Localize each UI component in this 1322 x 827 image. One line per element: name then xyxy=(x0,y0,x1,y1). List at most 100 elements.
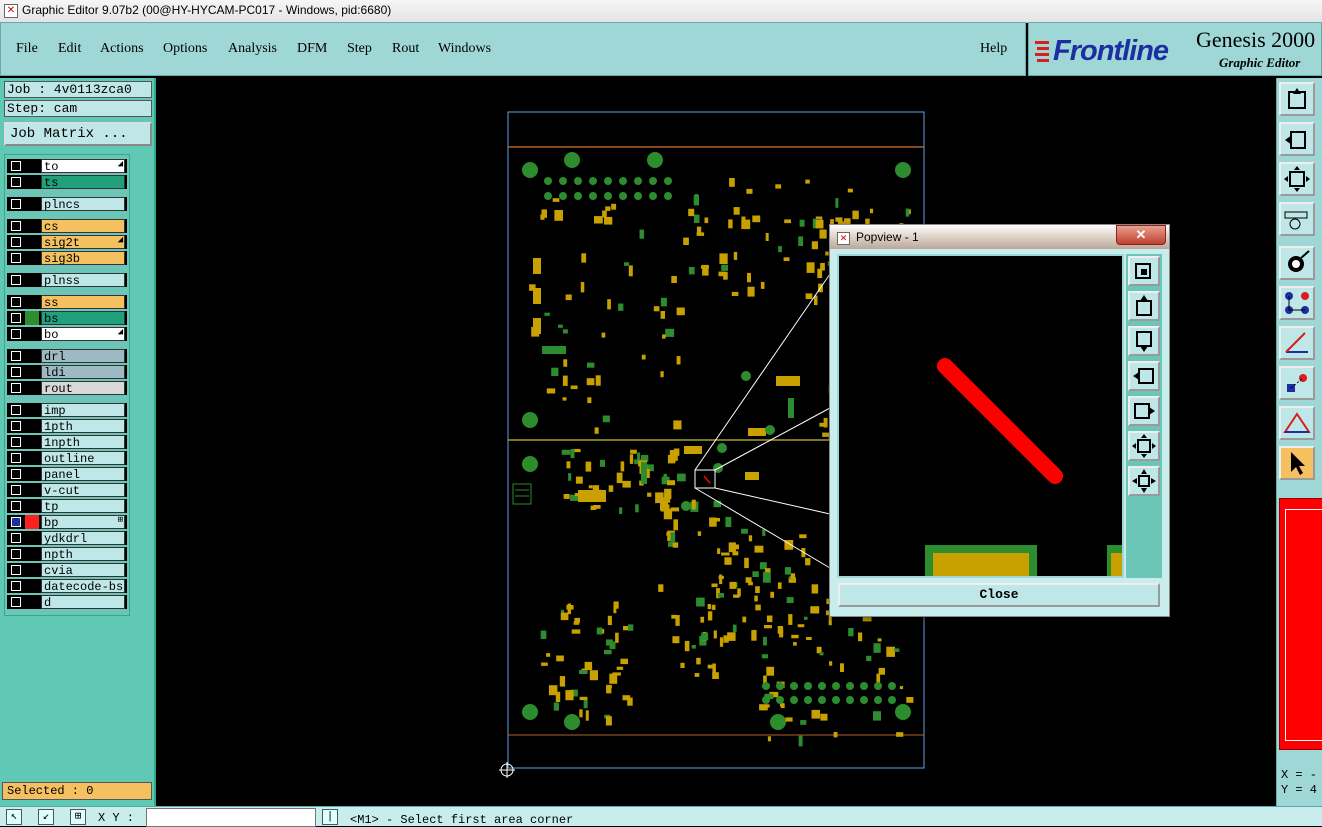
layer-checkbox[interactable] xyxy=(11,253,21,263)
layer-row-npth[interactable]: npth xyxy=(7,547,127,562)
layer-row-panel[interactable]: panel xyxy=(7,467,127,482)
grid-snap-icon[interactable]: ⊞ xyxy=(70,809,86,825)
layer-name[interactable]: cvia xyxy=(41,563,125,578)
layer-checkbox[interactable] xyxy=(11,501,21,511)
angle-measure-button[interactable] xyxy=(1279,326,1315,360)
pv-center-button[interactable] xyxy=(1128,466,1160,496)
menu-help[interactable]: Help xyxy=(980,41,1007,57)
measure-button[interactable] xyxy=(1279,202,1315,236)
layer-checkbox[interactable] xyxy=(11,329,21,339)
menu-options[interactable]: Options xyxy=(163,41,207,57)
layer-checkbox[interactable] xyxy=(11,367,21,377)
xy-input[interactable] xyxy=(146,808,316,827)
layer-color-swatch[interactable] xyxy=(25,467,39,481)
layer-row-bo[interactable]: bo ◢ xyxy=(7,327,127,342)
select-mode-icon[interactable]: ↖ xyxy=(6,809,22,825)
layer-name[interactable]: plncs xyxy=(41,197,125,212)
popview-close-button[interactable]: Close xyxy=(838,583,1160,607)
layer-name[interactable]: plnss xyxy=(41,273,125,288)
layer-color-swatch[interactable] xyxy=(25,563,39,577)
pv-pan-up-button[interactable] xyxy=(1128,291,1160,321)
pv-pan-left-button[interactable] xyxy=(1128,361,1160,391)
layer-row-sig2t[interactable]: sig2t ◢ xyxy=(7,235,127,250)
layer-row-imp[interactable]: imp xyxy=(7,403,127,418)
layer-color-swatch[interactable] xyxy=(25,381,39,395)
layer-row-outline[interactable]: outline xyxy=(7,451,127,466)
layer-color-swatch[interactable] xyxy=(25,197,39,211)
layer-row-1pth[interactable]: 1pth xyxy=(7,419,127,434)
layer-checkbox[interactable] xyxy=(11,421,21,431)
layer-color-swatch[interactable] xyxy=(25,311,39,325)
menu-file[interactable]: File xyxy=(16,41,38,57)
pv-pan-down-button[interactable] xyxy=(1128,326,1160,356)
layer-checkbox[interactable] xyxy=(11,237,21,247)
layer-color-swatch[interactable] xyxy=(25,483,39,497)
layer-checkbox[interactable] xyxy=(11,581,21,591)
layer-name[interactable]: v-cut xyxy=(41,483,125,498)
layer-checkbox[interactable] xyxy=(11,383,21,393)
layer-name[interactable]: imp xyxy=(41,403,125,418)
zoom-home-button[interactable] xyxy=(1279,82,1315,116)
layer-name[interactable]: 1pth xyxy=(41,419,125,434)
net-connect-button[interactable] xyxy=(1279,286,1315,320)
layer-color-swatch[interactable] xyxy=(25,295,39,309)
triangle-measure-button[interactable] xyxy=(1279,406,1315,440)
popview-title-bar[interactable]: ✕ Popview - 1 ✕ xyxy=(830,225,1169,249)
layer-name[interactable]: tp xyxy=(41,499,125,514)
layer-color-swatch[interactable] xyxy=(25,175,39,189)
layer-row-drl[interactable]: drl xyxy=(7,349,127,364)
pv-fit-button[interactable] xyxy=(1128,431,1160,461)
layer-color-swatch[interactable] xyxy=(25,499,39,513)
fit-view-button[interactable] xyxy=(1279,162,1315,196)
job-matrix-button[interactable]: Job Matrix ... xyxy=(4,122,152,146)
layer-name[interactable]: 1npth xyxy=(41,435,125,450)
layer-color-swatch[interactable] xyxy=(25,515,39,529)
layer-checkbox[interactable] xyxy=(11,275,21,285)
layer-color-swatch[interactable] xyxy=(25,531,39,545)
layer-row-rout[interactable]: rout xyxy=(7,381,127,396)
popview-canvas[interactable] xyxy=(837,254,1124,578)
menu-windows[interactable]: Windows xyxy=(438,41,491,57)
layer-name[interactable]: sig2t xyxy=(41,235,125,250)
layer-checkbox[interactable] xyxy=(11,221,21,231)
multi-select-icon[interactable]: ↙ xyxy=(38,809,54,825)
layer-row-ydkdrl[interactable]: ydkdrl xyxy=(7,531,127,546)
layer-name[interactable]: bo xyxy=(41,327,125,342)
pv-zoom-in-button[interactable] xyxy=(1128,256,1160,286)
layer-row-tp[interactable]: tp xyxy=(7,499,127,514)
layer-checkbox[interactable] xyxy=(11,597,21,607)
pv-pan-right-button[interactable] xyxy=(1128,396,1160,426)
layer-color-swatch[interactable] xyxy=(25,579,39,593)
layer-checkbox[interactable] xyxy=(11,297,21,307)
layer-checkbox[interactable] xyxy=(11,453,21,463)
layer-checkbox[interactable] xyxy=(11,517,21,527)
layer-row-datecode-bs[interactable]: datecode-bs xyxy=(7,579,127,594)
layer-checkbox[interactable] xyxy=(11,485,21,495)
layer-checkbox[interactable] xyxy=(11,161,21,171)
layer-color-swatch[interactable] xyxy=(25,349,39,363)
layer-checkbox[interactable] xyxy=(11,199,21,209)
layer-row-bp[interactable]: bp ⊞ xyxy=(7,515,127,530)
menu-rout[interactable]: Rout xyxy=(392,41,419,57)
layer-checkbox[interactable] xyxy=(11,405,21,415)
layer-name[interactable]: sig3b xyxy=(41,251,125,266)
layer-checkbox[interactable] xyxy=(11,549,21,559)
command-mode-icon[interactable]: | xyxy=(322,809,338,825)
layer-checkbox[interactable] xyxy=(11,351,21,361)
layer-name[interactable]: to xyxy=(41,159,125,174)
layer-name[interactable]: datecode-bs xyxy=(41,579,125,594)
menu-dfm[interactable]: DFM xyxy=(297,41,327,57)
layer-row-bs[interactable]: bs xyxy=(7,311,127,326)
menu-step[interactable]: Step xyxy=(347,41,372,57)
layer-name[interactable]: outline xyxy=(41,451,125,466)
layer-name[interactable]: ts xyxy=(41,175,125,190)
layer-color-swatch[interactable] xyxy=(25,451,39,465)
layer-row-plnss[interactable]: plnss xyxy=(7,273,127,288)
layer-name[interactable]: ldi xyxy=(41,365,125,380)
layer-name[interactable]: bp xyxy=(41,515,125,530)
layer-color-swatch[interactable] xyxy=(25,435,39,449)
layer-color-swatch[interactable] xyxy=(25,219,39,233)
menu-edit[interactable]: Edit xyxy=(58,41,81,57)
layer-row-to[interactable]: to ◢ xyxy=(7,159,127,174)
layer-name[interactable]: npth xyxy=(41,547,125,562)
